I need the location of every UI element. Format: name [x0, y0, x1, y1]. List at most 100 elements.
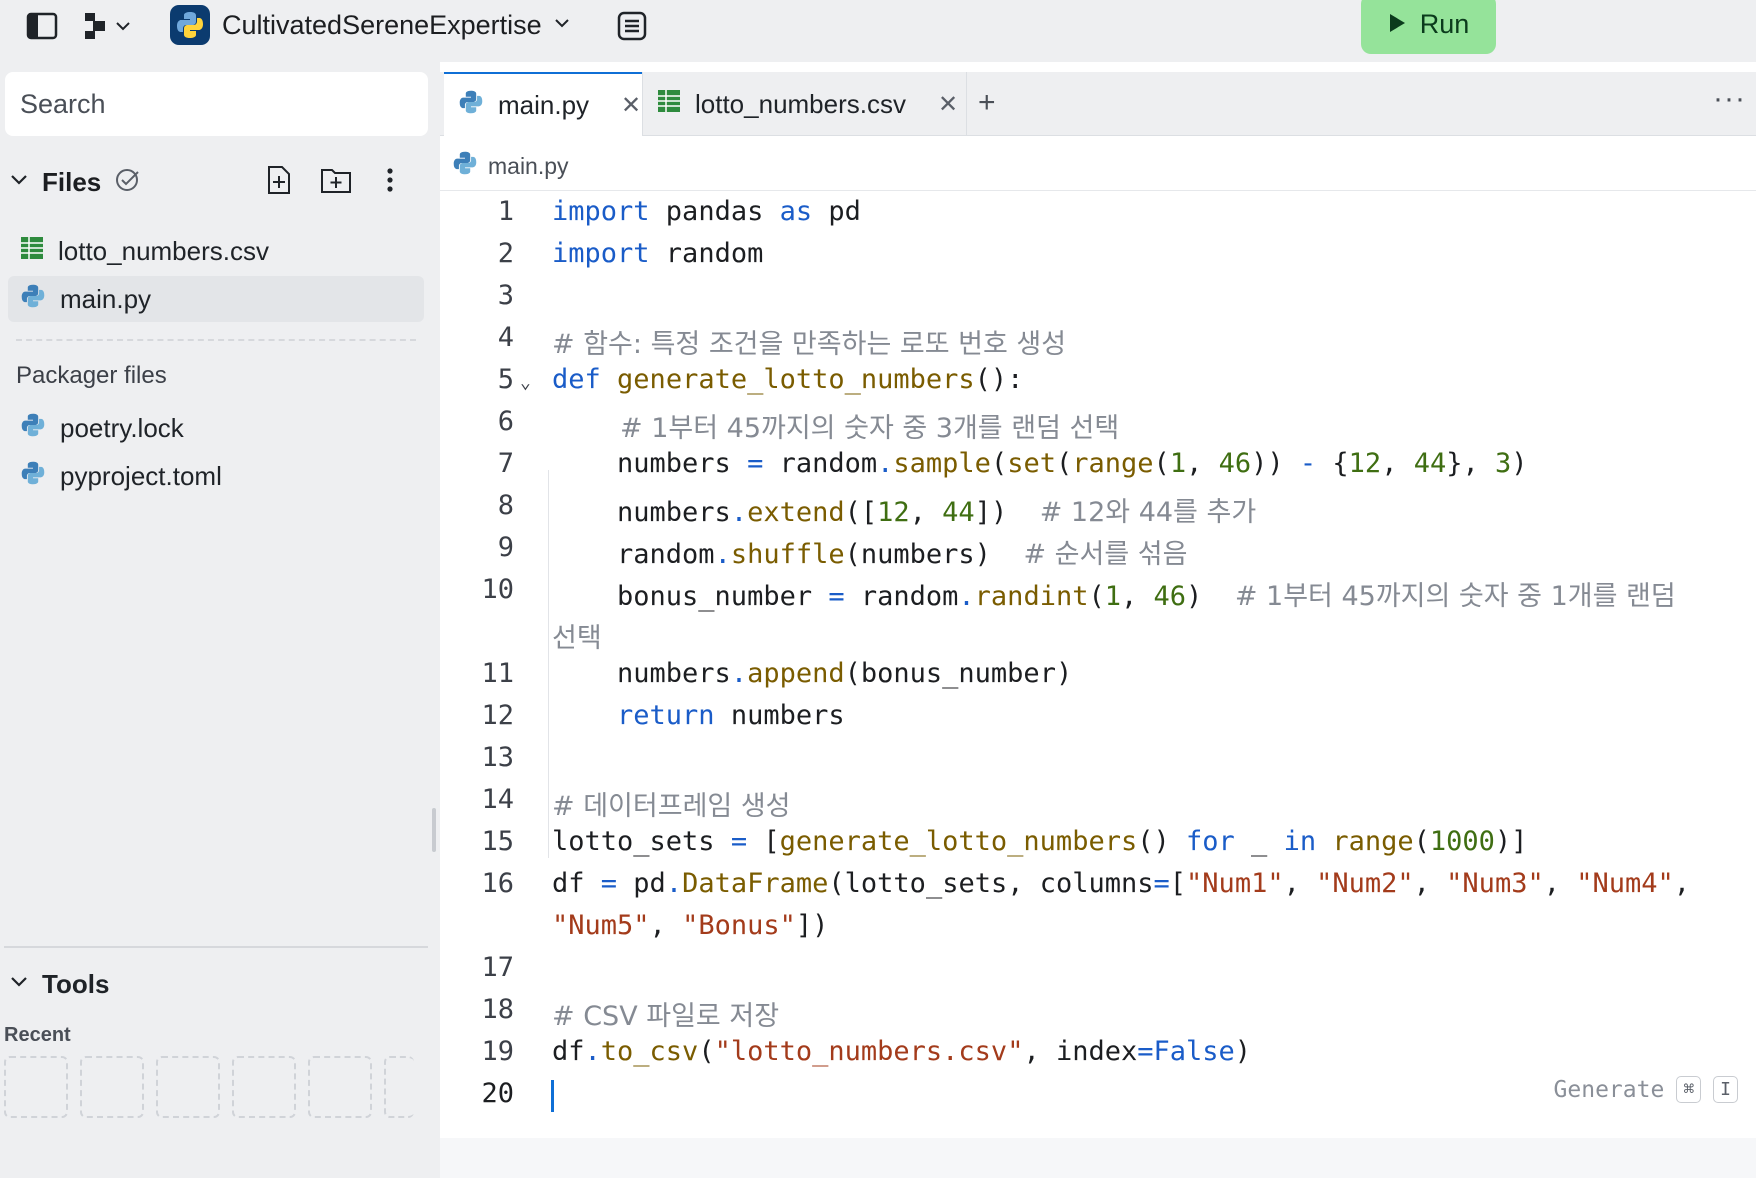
code-line: numbers.extend([12, 44]) # 12와 44를 추가 [552, 497, 1257, 528]
project-switcher[interactable]: CultivatedSereneExpertise [170, 4, 570, 46]
chevron-down-icon[interactable] [10, 173, 28, 191]
code-line: random.shuffle(numbers) # 순서를 섞음 [552, 539, 1188, 570]
sync-check-icon [113, 168, 143, 197]
workspace-switch-icon[interactable] [82, 8, 134, 44]
line-number: 12 [481, 700, 514, 731]
tab-separator [966, 72, 967, 136]
python-file-icon [452, 150, 478, 182]
csv-file-icon [657, 89, 681, 120]
run-button[interactable]: Run [1361, 0, 1496, 54]
line-number: 8 [497, 490, 514, 521]
top-bar: CultivatedSereneExpertise Run [0, 0, 1756, 62]
file-name: pyproject.toml [60, 460, 222, 491]
code-line: return numbers [617, 700, 845, 731]
line-number: 4 [497, 322, 514, 353]
divider [16, 339, 416, 341]
file-name: lotto_numbers.csv [58, 235, 269, 266]
line-number: 9 [497, 532, 514, 563]
recent-tool-slot[interactable] [156, 1056, 220, 1118]
code-line: numbers.append(bonus_number) [552, 658, 1073, 689]
code-line: import pandas as pd [552, 196, 861, 227]
text-cursor [551, 1080, 554, 1112]
code-comment: # 순서를 섞음 [1023, 539, 1188, 570]
editor-pane: main.py ✕ lotto_numbers.csv ✕ + ··· main… [440, 62, 1756, 1178]
new-file-icon[interactable] [266, 165, 292, 200]
file-item-pyproject-toml[interactable]: pyproject.toml [8, 453, 424, 499]
indent-guide [548, 470, 549, 858]
sidebar-toggle-icon[interactable] [24, 8, 60, 44]
generate-hint[interactable]: Generate ⌘ I [1554, 1076, 1738, 1103]
breadcrumb: main.py [452, 142, 569, 190]
chevron-down-icon[interactable] [10, 975, 28, 993]
add-tab-icon[interactable]: + [978, 86, 996, 120]
code-line: bonus_number = random.randint(1, 46) # 1… [552, 581, 1676, 612]
python-logo-icon [170, 5, 210, 45]
tools-section-header[interactable]: Tools [10, 962, 109, 1006]
files-title: Files [42, 166, 102, 197]
line-number: 15 [481, 826, 514, 857]
code-line: import random [552, 238, 764, 269]
code-comment: # 1부터 45까지의 숫자 중 1개를 랜덤 [1234, 581, 1676, 612]
sidebar: Search Files lotto_numbers.csv main.py P… [0, 62, 440, 1148]
new-folder-icon[interactable] [320, 166, 352, 199]
packager-files-label: Packager files [16, 362, 167, 389]
line-number: 2 [497, 238, 514, 269]
tab-main-py[interactable]: main.py ✕ [444, 72, 642, 136]
line-number: 7 [497, 448, 514, 479]
line-number: 3 [497, 280, 514, 311]
recent-tool-slot[interactable] [80, 1056, 144, 1118]
line-number: 19 [481, 1036, 514, 1067]
recent-tool-slot[interactable] [384, 1056, 414, 1118]
current-line-highlight [440, 1138, 1756, 1178]
line-number: 16 [481, 868, 514, 899]
tab-label: lotto_numbers.csv [695, 88, 906, 119]
more-options-icon[interactable]: ··· [1713, 82, 1746, 116]
recent-tool-slot[interactable] [4, 1056, 68, 1118]
python-file-icon [20, 460, 46, 493]
code-line: def generate_lotto_numbers(): [552, 364, 1024, 395]
command-key-icon: ⌘ [1676, 1076, 1702, 1103]
file-item-lotto-csv[interactable]: lotto_numbers.csv [8, 228, 424, 274]
tab-label: main.py [498, 89, 590, 120]
files-section-header[interactable]: Files [10, 160, 430, 204]
line-number: 10 [481, 574, 514, 605]
close-icon[interactable]: ✕ [621, 91, 641, 120]
search-input[interactable]: Search [5, 72, 428, 136]
file-name: main.py [60, 283, 152, 314]
shortcut-key: I [1713, 1076, 1738, 1103]
csv-file-icon [20, 236, 44, 267]
sidebar-resize-handle[interactable] [432, 808, 436, 852]
line-number: 11 [481, 658, 514, 689]
layout-icon[interactable] [614, 8, 650, 44]
code-comment-wrap: 선택 [552, 623, 602, 654]
python-file-icon [20, 283, 46, 316]
run-label: Run [1419, 8, 1470, 39]
code-line: df = pd.DataFrame(lotto_sets, columns=["… [552, 868, 1691, 899]
recent-label: Recent [4, 1024, 71, 1046]
play-icon [1388, 9, 1406, 40]
recent-tool-slot[interactable] [308, 1056, 372, 1118]
more-options-icon[interactable] [386, 167, 394, 198]
line-number: 17 [481, 952, 514, 983]
line-number: 6 [497, 406, 514, 437]
tab-lotto-csv[interactable]: lotto_numbers.csv ✕ [643, 72, 958, 136]
code-comment: # 12와 44를 추가 [1039, 497, 1257, 528]
breadcrumb-label[interactable]: main.py [488, 153, 569, 180]
project-name: CultivatedSereneExpertise [222, 9, 542, 40]
line-number: 18 [481, 994, 514, 1025]
code-line-wrap: "Num5", "Bonus"]) [552, 910, 829, 941]
code-line: lotto_sets = [generate_lotto_numbers() f… [552, 826, 1528, 857]
file-item-poetry-lock[interactable]: poetry.lock [8, 405, 424, 451]
tab-bar: main.py ✕ lotto_numbers.csv ✕ + ··· [440, 72, 1756, 136]
recent-tool-slot[interactable] [232, 1056, 296, 1118]
file-name: poetry.lock [60, 412, 184, 443]
close-icon[interactable]: ✕ [938, 90, 958, 119]
line-number: 20 [481, 1078, 514, 1109]
line-number: 5 [497, 364, 514, 395]
code-comment: # CSV 파일로 저장 [552, 1001, 780, 1032]
divider [440, 190, 1756, 191]
code-comment: # 데이터프레임 생성 [552, 791, 791, 822]
file-item-main-py[interactable]: main.py [8, 276, 424, 322]
chevron-down-icon [554, 16, 570, 34]
fold-chevron-icon[interactable]: ⌄ [520, 372, 531, 393]
